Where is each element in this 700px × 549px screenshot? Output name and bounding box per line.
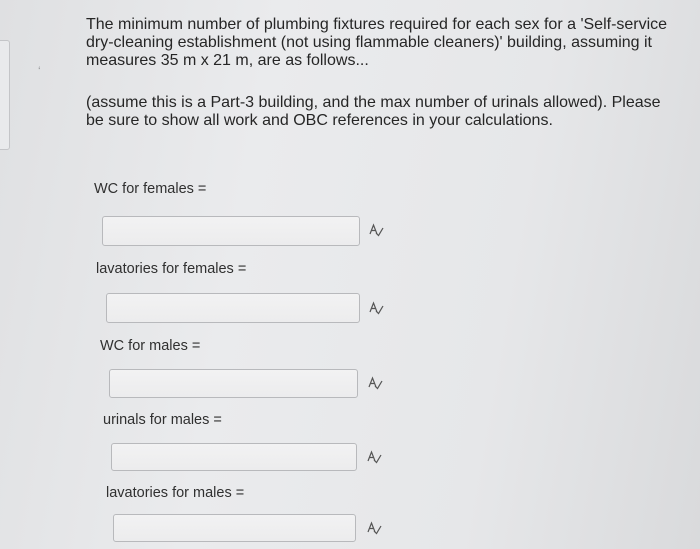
answer-input-lavatories-males[interactable]: [113, 514, 356, 542]
question-text: The minimum number of plumbing fixtures …: [86, 16, 676, 130]
field-label-lavatories-females: lavatories for females =: [96, 261, 247, 277]
question-paragraph-2: (assume this is a Part-3 building, and t…: [86, 94, 661, 129]
answer-input-urinals-males[interactable]: [111, 443, 357, 471]
answer-input-lavatories-females[interactable]: [106, 293, 360, 323]
spellcheck-icon[interactable]: [368, 223, 384, 237]
answer-input-wc-females[interactable]: [102, 216, 360, 246]
spellcheck-icon[interactable]: [366, 521, 382, 535]
spellcheck-icon[interactable]: [368, 301, 384, 315]
left-edge-panel: [0, 40, 10, 150]
field-label-urinals-males: urinals for males =: [103, 412, 222, 428]
spellcheck-icon[interactable]: [367, 376, 383, 390]
answer-input-wc-males[interactable]: [109, 369, 358, 398]
spellcheck-icon[interactable]: [366, 450, 382, 464]
question-paragraph-1: The minimum number of plumbing fixtures …: [86, 16, 668, 69]
field-label-lavatories-males: lavatories for males =: [106, 485, 245, 501]
field-label-wc-females: WC for females =: [94, 181, 207, 197]
mark: ‘: [38, 64, 41, 78]
field-label-wc-males: WC for males =: [100, 338, 201, 354]
